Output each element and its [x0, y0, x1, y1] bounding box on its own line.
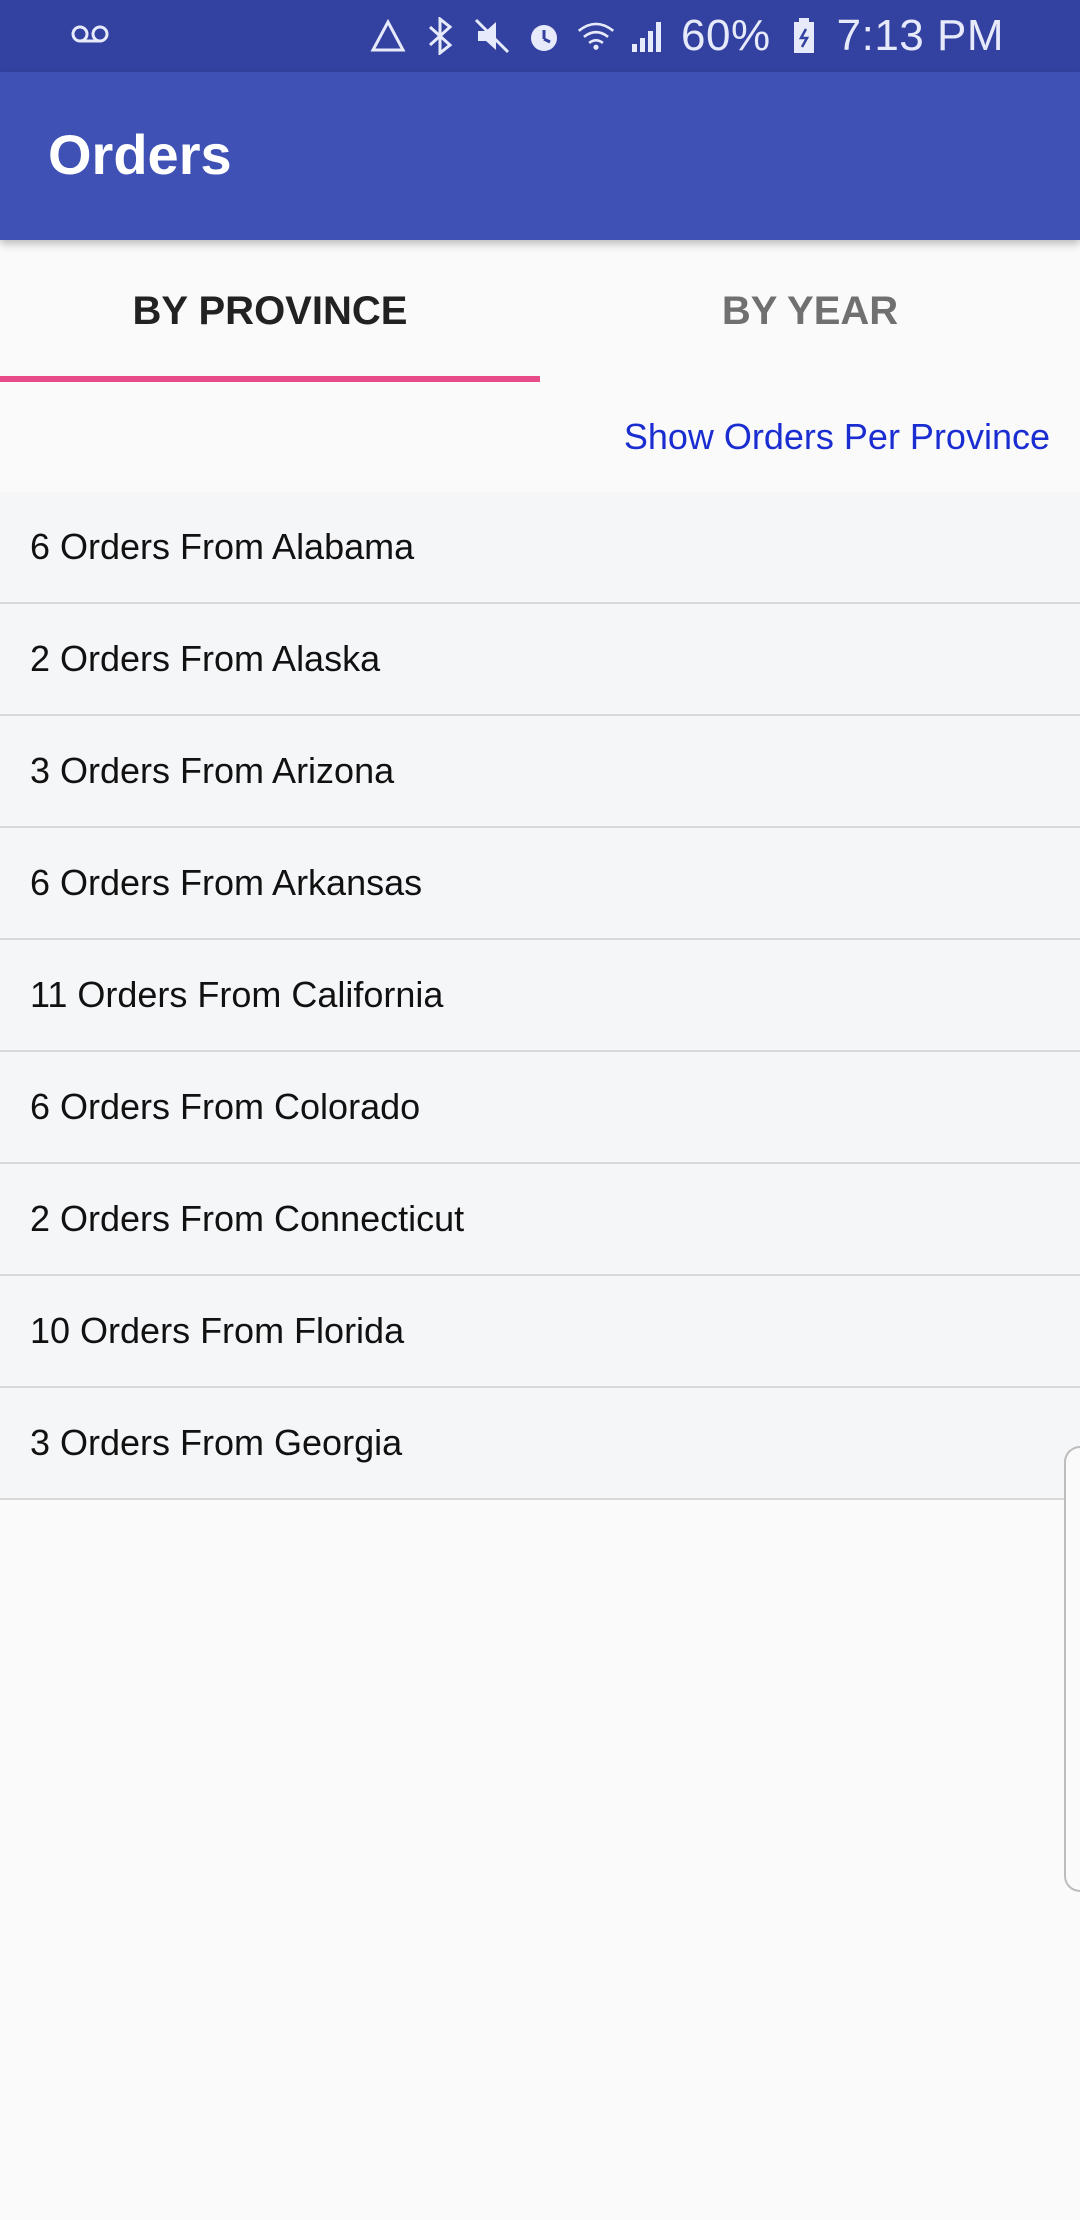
data-saver-icon	[369, 17, 407, 55]
voicemail-icon	[70, 18, 110, 55]
edge-panel-handle[interactable]	[1064, 1446, 1080, 1892]
orders-list: 6 Orders From Alabama 2 Orders From Alas…	[0, 492, 1080, 1500]
battery-icon	[785, 17, 823, 55]
list-item[interactable]: 6 Orders From Colorado	[0, 1052, 1080, 1164]
list-item[interactable]: 2 Orders From Alaska	[0, 604, 1080, 716]
alarm-icon	[525, 17, 563, 55]
list-item[interactable]: 6 Orders From Alabama	[0, 492, 1080, 604]
list-item[interactable]: 2 Orders From Connecticut	[0, 1164, 1080, 1276]
mute-icon	[473, 17, 511, 55]
status-bar: 60% 7:13 PM	[0, 0, 1080, 72]
active-tab-indicator	[0, 376, 540, 382]
list-item[interactable]: 3 Orders From Georgia	[0, 1388, 1080, 1500]
list-item[interactable]: 3 Orders From Arizona	[0, 716, 1080, 828]
list-item[interactable]: 6 Orders From Arkansas	[0, 828, 1080, 940]
tab-bar: BY PROVINCE BY YEAR	[0, 240, 1080, 382]
wifi-icon	[577, 17, 615, 55]
list-item[interactable]: 11 Orders From California	[0, 940, 1080, 1052]
page-title: Orders	[48, 123, 232, 186]
show-orders-per-province-link[interactable]: Show Orders Per Province	[624, 416, 1050, 458]
signal-icon	[629, 17, 667, 55]
clock: 7:13 PM	[836, 11, 1004, 60]
bluetooth-icon	[421, 17, 459, 55]
tab-by-year[interactable]: BY YEAR	[540, 240, 1080, 382]
battery-percentage: 60%	[681, 11, 771, 60]
tab-by-province[interactable]: BY PROVINCE	[0, 240, 540, 382]
app-bar: Orders	[0, 72, 1080, 240]
list-item[interactable]: 10 Orders From Florida	[0, 1276, 1080, 1388]
